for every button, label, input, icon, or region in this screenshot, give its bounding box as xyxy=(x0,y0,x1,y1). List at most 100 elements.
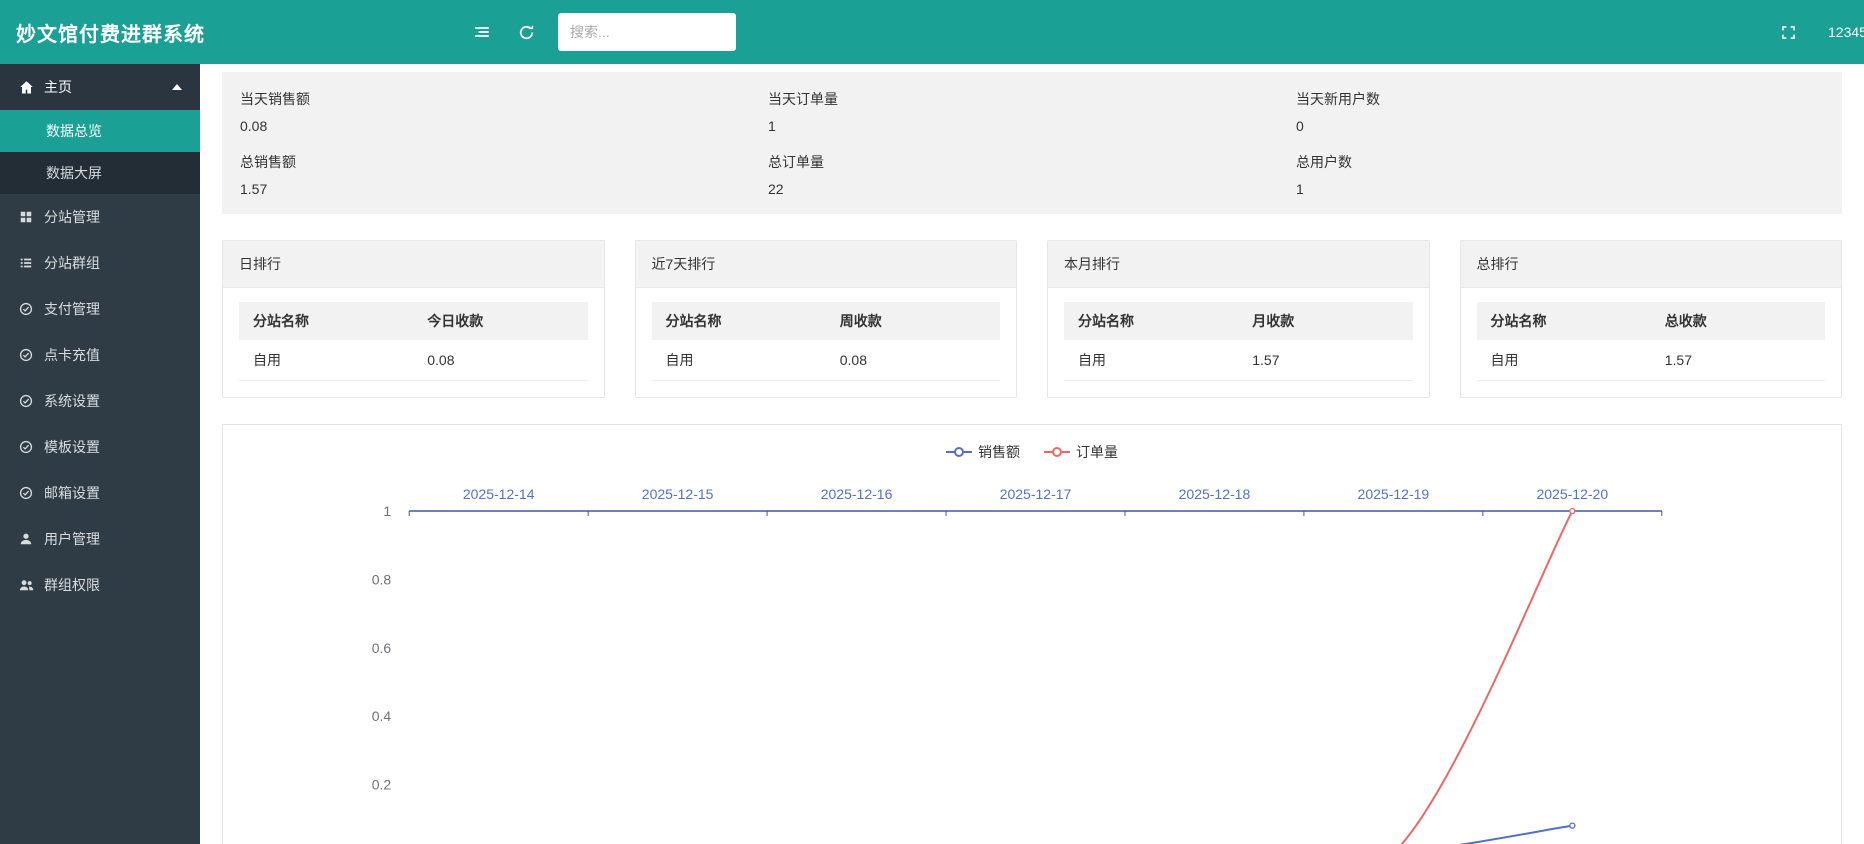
rank-table: 分站名称 总收款 自用 1.57 xyxy=(1477,302,1826,381)
site-name-cell: 自用 xyxy=(652,340,826,381)
sidebar-item-label: 邮箱设置 xyxy=(44,483,100,503)
circle-check-icon xyxy=(18,439,34,455)
stat-label: 总销售额 xyxy=(240,152,768,172)
sidebar-item-data-screen[interactable]: 数据大屏 xyxy=(0,152,200,194)
caret-up-icon xyxy=(172,84,182,90)
column-header: 分站名称 xyxy=(1064,302,1238,340)
card-title: 近7天排行 xyxy=(636,241,1017,288)
sidebar-item-system-settings[interactable]: 系统设置 xyxy=(0,378,200,424)
rank-table: 分站名称 周收款 自用 0.08 xyxy=(652,302,1001,381)
main-content: 当天销售额 0.08 当天订单量 1 当天新用户数 0 总销售额 1.57 总订… xyxy=(200,64,1864,844)
sidebar-item-payment[interactable]: 支付管理 xyxy=(0,286,200,332)
stat-value: 0.08 xyxy=(240,118,768,134)
stat-today-new-users: 当天新用户数 0 xyxy=(1296,89,1824,134)
sidebar-item-group-permissions[interactable]: 群组权限 xyxy=(0,562,200,608)
rank-cards-row: 日排行 分站名称 今日收款 自用 0.08 近7天排行 xyxy=(222,240,1842,398)
column-header: 分站名称 xyxy=(239,302,413,340)
amount-cell: 0.08 xyxy=(826,340,1000,381)
collapse-menu-button[interactable] xyxy=(460,0,504,64)
table-row: 自用 1.57 xyxy=(1064,340,1413,381)
sidebar-item-label: 数据总览 xyxy=(46,121,102,141)
svg-text:0.2: 0.2 xyxy=(372,777,392,793)
sales-orders-chart-card: 销售额 订单量 2025-12-142025-12-142025-12-1520… xyxy=(222,424,1842,844)
user-icon xyxy=(18,531,34,547)
column-header: 分站名称 xyxy=(1477,302,1651,340)
column-header: 总收款 xyxy=(1651,302,1825,340)
grid-icon xyxy=(18,209,34,225)
card-title: 本月排行 xyxy=(1048,241,1429,288)
stat-label: 总订单量 xyxy=(768,152,1296,172)
circle-check-icon xyxy=(18,301,34,317)
rank-card-week: 近7天排行 分站名称 周收款 自用 0.08 xyxy=(635,240,1018,398)
site-name-cell: 自用 xyxy=(239,340,413,381)
svg-text:2025-12-16: 2025-12-16 xyxy=(821,486,893,502)
circle-check-icon xyxy=(18,485,34,501)
username-text[interactable]: 12345 xyxy=(1828,24,1864,40)
line-circle-icon xyxy=(1044,447,1070,457)
sidebar-item-card-recharge[interactable]: 点卡充值 xyxy=(0,332,200,378)
stats-panel: 当天销售额 0.08 当天订单量 1 当天新用户数 0 总销售额 1.57 总订… xyxy=(222,72,1842,214)
sidebar-item-template-settings[interactable]: 模板设置 xyxy=(0,424,200,470)
legend-label: 销售额 xyxy=(978,442,1020,462)
sidebar-item-email-settings[interactable]: 邮箱设置 xyxy=(0,470,200,516)
svg-text:0.8: 0.8 xyxy=(372,571,392,587)
legend-item-sales[interactable]: 销售额 xyxy=(946,442,1020,462)
sidebar-item-label: 用户管理 xyxy=(44,529,100,549)
sidebar-item-label: 主页 xyxy=(44,77,72,97)
header-right: 12345 xyxy=(1766,0,1864,64)
sidebar-item-label: 群组权限 xyxy=(44,575,100,595)
sidebar-item-label: 模板设置 xyxy=(44,437,100,457)
sidebar-item-label: 支付管理 xyxy=(44,299,100,319)
amount-cell: 0.08 xyxy=(413,340,587,381)
sidebar-item-label: 点卡充值 xyxy=(44,345,100,365)
amount-cell: 1.57 xyxy=(1651,340,1825,381)
circle-check-icon xyxy=(18,347,34,363)
app-title: 妙文馆付费进群系统 xyxy=(0,18,460,47)
stat-today-orders: 当天订单量 1 xyxy=(768,89,1296,134)
sidebar: 主页 数据总览 数据大屏 分站管理 分站群组 xyxy=(0,64,200,844)
stat-value: 1.57 xyxy=(240,181,768,197)
header-search xyxy=(558,13,736,51)
stat-label: 当天订单量 xyxy=(768,89,1296,109)
top-header: 妙文馆付费进群系统 12345 xyxy=(0,0,1864,64)
fullscreen-button[interactable] xyxy=(1766,0,1810,64)
sidebar-item-label: 分站管理 xyxy=(44,207,100,227)
svg-text:2025-12-19: 2025-12-19 xyxy=(1358,486,1430,502)
sidebar-item-user-management[interactable]: 用户管理 xyxy=(0,516,200,562)
rank-card-month: 本月排行 分站名称 月收款 自用 1.57 xyxy=(1047,240,1430,398)
site-name-cell: 自用 xyxy=(1477,340,1651,381)
stat-value: 1 xyxy=(1296,181,1824,197)
card-title: 总排行 xyxy=(1461,241,1842,288)
sidebar-item-label: 系统设置 xyxy=(44,391,100,411)
rank-card-total: 总排行 分站名称 总收款 自用 1.57 xyxy=(1460,240,1843,398)
sidebar-item-label: 分站群组 xyxy=(44,253,100,273)
column-header: 月收款 xyxy=(1238,302,1412,340)
stat-value: 0 xyxy=(1296,118,1824,134)
stat-total-users: 总用户数 1 xyxy=(1296,152,1824,197)
stat-value: 1 xyxy=(768,118,1296,134)
refresh-button[interactable] xyxy=(504,0,548,64)
sidebar-item-site-groups[interactable]: 分站群组 xyxy=(0,240,200,286)
sidebar-item-label: 数据大屏 xyxy=(46,163,102,183)
svg-text:1: 1 xyxy=(383,503,391,519)
legend-item-orders[interactable]: 订单量 xyxy=(1044,442,1118,462)
line-circle-icon xyxy=(946,447,972,457)
sidebar-item-site-management[interactable]: 分站管理 xyxy=(0,194,200,240)
amount-cell: 1.57 xyxy=(1238,340,1412,381)
svg-text:0.6: 0.6 xyxy=(372,640,392,656)
rank-table: 分站名称 今日收款 自用 0.08 xyxy=(239,302,588,381)
sidebar-item-home[interactable]: 主页 xyxy=(0,64,200,110)
svg-text:0.4: 0.4 xyxy=(372,708,392,724)
svg-text:2025-12-17: 2025-12-17 xyxy=(1000,486,1072,502)
circle-check-icon xyxy=(18,393,34,409)
sidebar-item-data-overview[interactable]: 数据总览 xyxy=(0,110,200,152)
svg-text:2025-12-20: 2025-12-20 xyxy=(1536,486,1608,502)
stat-total-orders: 总订单量 22 xyxy=(768,152,1296,197)
svg-text:2025-12-15: 2025-12-15 xyxy=(642,486,714,502)
stat-value: 22 xyxy=(768,181,1296,197)
stat-total-sales: 总销售额 1.57 xyxy=(240,152,768,197)
stat-label: 总用户数 xyxy=(1296,152,1824,172)
legend-label: 订单量 xyxy=(1076,442,1118,462)
search-input[interactable] xyxy=(558,13,736,51)
page-layout: 主页 数据总览 数据大屏 分站管理 分站群组 xyxy=(0,64,1864,844)
